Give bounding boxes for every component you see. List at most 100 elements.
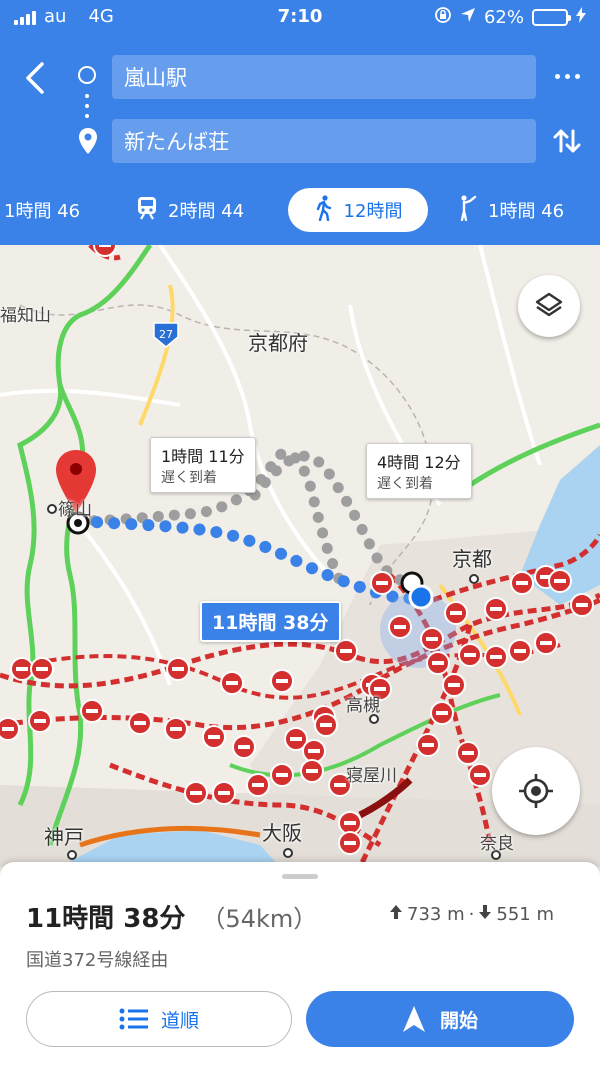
traffic-closure-icon — [416, 733, 440, 757]
route-via: 国道372号線経由 — [26, 950, 169, 971]
traffic-closure-icon — [93, 245, 117, 257]
back-button[interactable] — [18, 58, 54, 98]
origin-circle-icon — [78, 66, 96, 84]
alt-route-2-callout[interactable]: 4時間 12分 遅く到着 — [366, 443, 472, 499]
start-button[interactable]: 開始 — [306, 991, 574, 1047]
traffic-closure-icon — [458, 643, 482, 667]
navigation-arrow-icon — [402, 1006, 425, 1032]
start-label: 開始 — [439, 1009, 478, 1032]
traffic-closure-icon — [442, 673, 466, 697]
tab-transit[interactable]: 2時間 44 — [136, 188, 244, 232]
traffic-closure-icon — [10, 657, 34, 681]
traffic-closure-icon — [28, 709, 52, 733]
traffic-closure-icon — [300, 759, 324, 783]
main-route-callout[interactable]: 11時間 38分 — [200, 601, 341, 642]
route-duration: 11時間 38分 — [26, 904, 186, 934]
location-arrow-icon — [460, 7, 476, 28]
walk-icon — [314, 194, 334, 226]
alt-route-1-callout[interactable]: 1時間 11分 遅く到着 — [150, 437, 256, 493]
place-label-nara: 奈良 — [480, 834, 514, 854]
sheet-handle[interactable] — [282, 874, 318, 879]
arrow-up-icon — [389, 904, 403, 925]
tab-driving[interactable]: 1時間 46 — [4, 188, 80, 232]
destination-pin-icon — [78, 128, 98, 158]
traffic-closure-icon — [484, 645, 508, 669]
traffic-closure-icon — [0, 717, 20, 741]
route-summary-sheet: 11時間 38分 （54km） 733 m · 551 m 国道372号線経由 … — [0, 862, 600, 1067]
rotation-lock-icon — [434, 6, 452, 29]
destination-field[interactable]: 新たんば荘 — [112, 119, 536, 163]
tab-walking-label: 12時間 — [343, 201, 403, 222]
traffic-closure-icon — [128, 711, 152, 735]
train-icon — [136, 196, 158, 225]
traffic-closure-icon — [334, 639, 358, 663]
place-label-kyoto-fu: 京都府 — [248, 331, 308, 355]
traffic-closure-icon — [420, 627, 444, 651]
my-location-button[interactable] — [492, 747, 580, 835]
traffic-closure-icon — [232, 735, 256, 759]
steps-label: 道順 — [160, 1009, 199, 1032]
traffic-closure-icon — [370, 571, 394, 595]
traffic-closure-icon — [534, 631, 558, 655]
descent-value: 551 m — [496, 904, 554, 925]
traffic-closure-icon — [302, 739, 326, 763]
traffic-closure-icon — [246, 773, 270, 797]
traffic-closure-icon — [270, 763, 294, 787]
traffic-closure-icon — [548, 569, 572, 593]
traffic-closure-icon — [484, 597, 508, 621]
alt-route-2-time: 4時間 12分 — [377, 453, 461, 472]
traffic-closure-icon — [184, 781, 208, 805]
map-view[interactable]: 27 福知山 京都府 篠山 京都 高槻 寝屋川 神戸 大阪 奈良 1時間 11分… — [0, 245, 600, 867]
place-label-kobe: 神戸 — [44, 825, 84, 849]
battery-percent: 62% — [483, 7, 524, 28]
traffic-closure-icon — [510, 571, 534, 595]
list-icon — [119, 1008, 148, 1030]
battery-icon — [532, 9, 571, 26]
traffic-closure-icon — [80, 699, 104, 723]
place-label-fukuchiyama: 福知山 — [0, 306, 51, 326]
traffic-closure-icon — [166, 657, 190, 681]
tab-driving-label: 1時間 46 — [4, 201, 81, 222]
more-options-button[interactable] — [552, 64, 582, 88]
alt-route-2-note: 遅く到着 — [377, 476, 433, 492]
traffic-closure-icon — [212, 781, 236, 805]
place-label-takatsuki: 高槻 — [346, 696, 380, 716]
origin-field[interactable]: 嵐山駅 — [112, 55, 536, 99]
tab-walking[interactable]: 12時間 — [288, 188, 428, 232]
tab-ride[interactable]: 1時間 46 — [456, 188, 564, 232]
traffic-closure-icon — [468, 763, 492, 787]
tab-transit-label: 2時間 44 — [168, 201, 245, 222]
crosshair-icon — [519, 774, 553, 808]
elevation-separator: · — [468, 904, 475, 925]
route-distance: （54km） — [201, 905, 318, 933]
traffic-closure-icon — [270, 669, 294, 693]
arrow-down-icon — [478, 904, 492, 925]
charging-icon — [576, 7, 586, 28]
elevation-info: 733 m · 551 m — [389, 904, 554, 925]
layers-icon — [535, 292, 563, 317]
directions-header: au 4G 7:10 62% 嵐山駅 新たんば荘 1時間 46 2時間 44 1… — [0, 0, 600, 245]
traffic-closure-icon — [164, 717, 188, 741]
alt-route-1-note: 遅く到着 — [161, 470, 217, 486]
traffic-closure-icon — [444, 601, 468, 625]
traffic-closure-icon — [220, 671, 244, 695]
traffic-closure-icon — [570, 593, 594, 617]
traffic-closure-icon — [202, 725, 226, 749]
travel-mode-tabs: 1時間 46 2時間 44 12時間 1時間 46 — [0, 184, 600, 238]
traffic-closure-icon — [388, 615, 412, 639]
layers-button[interactable] — [518, 275, 580, 337]
steps-button[interactable]: 道順 — [26, 991, 292, 1047]
ascent-value: 733 m — [407, 904, 465, 925]
route-indicator — [76, 64, 100, 156]
place-label-sasayama: 篠山 — [58, 500, 92, 520]
traffic-closure-icon — [338, 811, 362, 835]
ride-icon — [456, 194, 478, 226]
traffic-closure-icon — [508, 639, 532, 663]
place-label-neyagawa: 寝屋川 — [346, 766, 397, 786]
traffic-closure-icon — [456, 741, 480, 765]
swap-button[interactable] — [550, 124, 584, 158]
alt-route-1-time: 1時間 11分 — [161, 447, 245, 466]
traffic-closure-icon — [430, 701, 454, 725]
traffic-closure-icon — [30, 657, 54, 681]
traffic-closure-icon — [314, 713, 338, 737]
